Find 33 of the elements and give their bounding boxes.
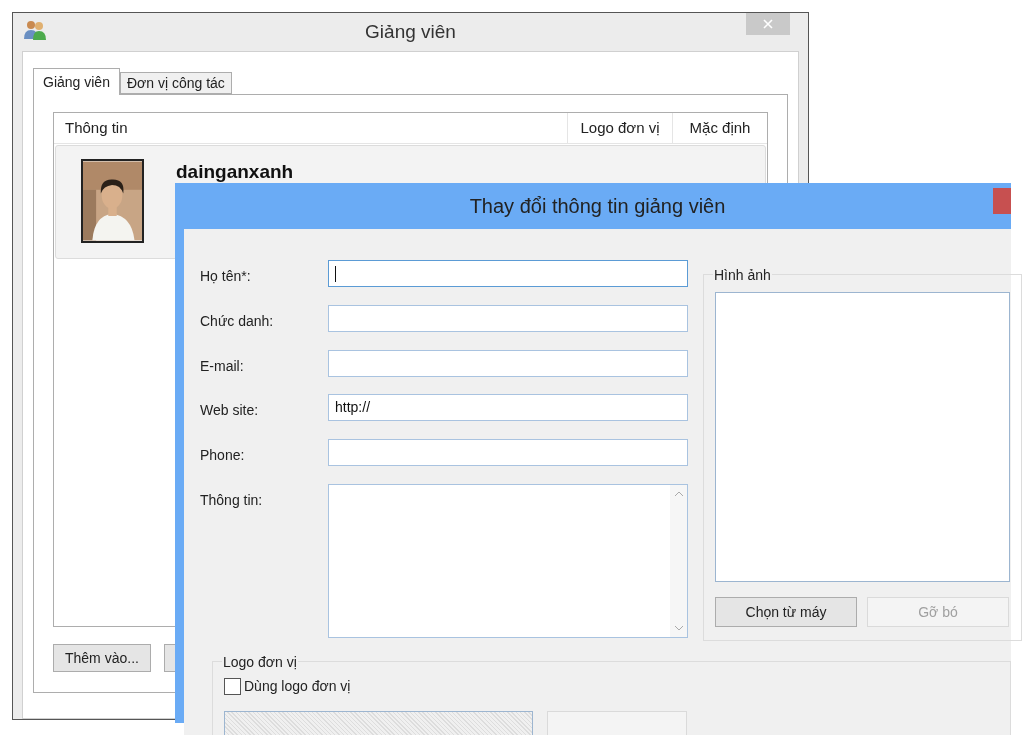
- dialog-title: Thay đổi thông tin giảng viên: [469, 194, 726, 219]
- text-field[interactable]: http://: [328, 394, 688, 422]
- text-field[interactable]: [328, 260, 688, 287]
- tab[interactable]: Giảng viên: [33, 68, 120, 95]
- column-header[interactable]: Logo đơn vị: [567, 113, 672, 143]
- field-label: Web site:: [200, 401, 260, 421]
- text-cursor: [335, 265, 336, 282]
- field-label: E-mail:: [200, 356, 245, 376]
- text-field[interactable]: [328, 304, 688, 332]
- checkbox[interactable]: [224, 678, 241, 695]
- field-label: Phone:: [200, 446, 246, 466]
- field-label: Họ tên*:: [200, 267, 252, 286]
- scroll-up-icon: [673, 491, 684, 498]
- people-icon: [23, 19, 47, 41]
- button[interactable]: [547, 711, 687, 735]
- close-button[interactable]: [993, 188, 1011, 214]
- text-field[interactable]: [328, 349, 688, 377]
- add-button[interactable]: Thêm vào...: [53, 644, 151, 672]
- tab[interactable]: Đơn vị công tác: [119, 72, 232, 94]
- close-icon: [763, 19, 773, 29]
- field-label: Thông tin:: [200, 491, 264, 511]
- scroll-down-icon: [673, 625, 684, 632]
- column-header[interactable]: Mặc định: [672, 113, 767, 143]
- text-field[interactable]: [328, 439, 688, 467]
- checkbox-label: Dùng logo đơn vị: [244, 677, 351, 696]
- lecturer-name: dainganxanh: [176, 160, 294, 184]
- close-button[interactable]: [746, 13, 790, 35]
- field-value: http://: [335, 398, 371, 418]
- field-label: Chức danh:: [200, 311, 275, 331]
- text-area[interactable]: [328, 484, 688, 639]
- choose-button[interactable]: Chọn từ máy: [715, 597, 857, 627]
- window-title: Giảng viên: [365, 19, 456, 44]
- column-header[interactable]: Thông tin: [54, 113, 567, 143]
